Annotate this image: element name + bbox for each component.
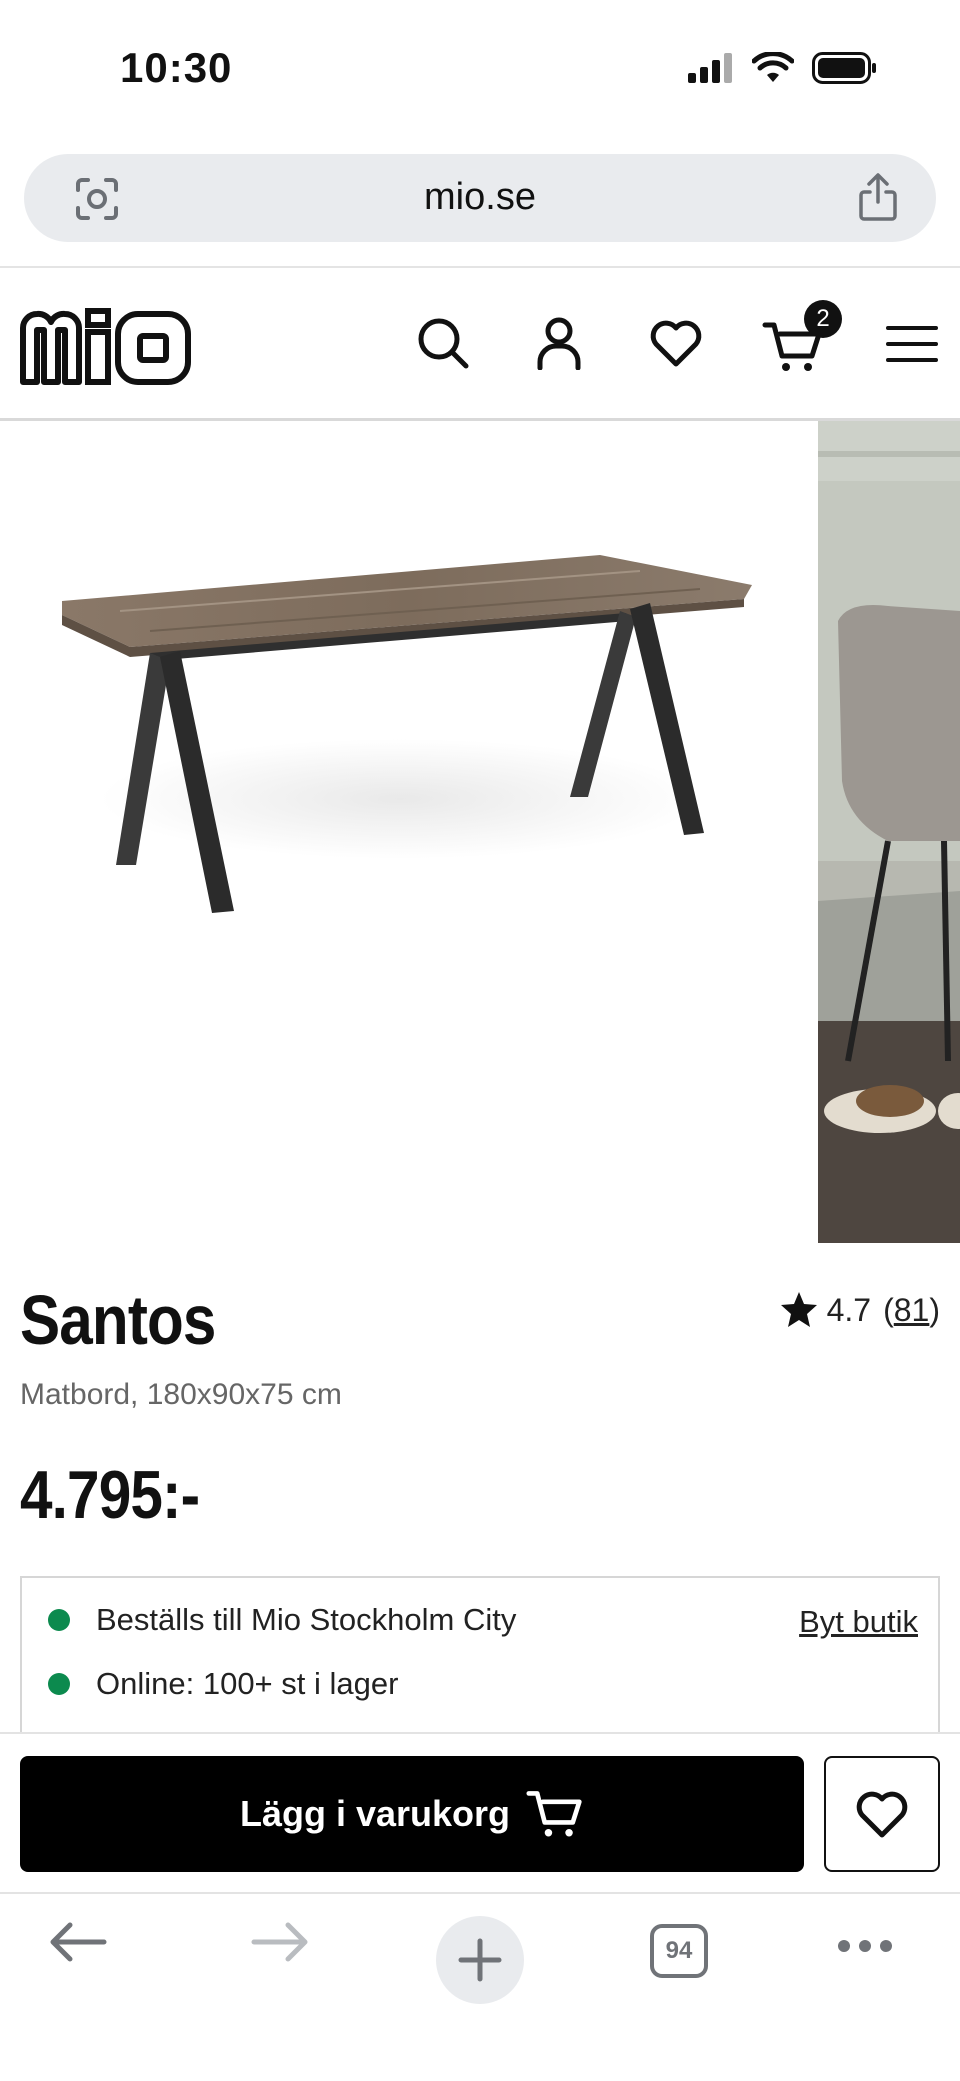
wishlist-button[interactable] [824,1756,940,1872]
heart-icon[interactable] [648,316,704,370]
product-price: 4.795:- [20,1457,200,1533]
product-subtitle: Matbord, 180x90x75 cm [20,1378,342,1411]
product-rating[interactable]: 4.7 (81) [779,1290,940,1330]
review-count-link[interactable]: 81 [894,1292,930,1329]
stock-status-box: Beställs till Mio Stockholm City Byt but… [20,1576,940,1736]
browser-toolbar: 94 [0,1892,960,2081]
table-image [62,555,752,913]
address-bar[interactable]: mio.se [24,154,936,242]
more-icon [838,1940,892,1952]
cart-count-badge: 2 [804,300,842,338]
tabs-button[interactable]: 94 [650,1924,708,1978]
store-stock-text: Beställs till Mio Stockholm City [96,1602,517,1637]
plus-icon [458,1938,502,1982]
product-image-next[interactable] [818,421,960,1243]
chair-scene-image [818,421,960,1243]
rating-open-paren: ( [883,1291,894,1328]
add-to-cart-label: Lägg i varukorg [239,1793,511,1834]
product-title: Santos [20,1281,216,1359]
share-icon[interactable] [856,172,900,222]
menu-icon[interactable] [886,324,938,364]
new-tab-button[interactable] [436,1916,524,2004]
status-bar: 10:30 [0,0,960,140]
rating-value: 4.7 [826,1291,872,1328]
status-time: 10:30 [120,44,233,91]
product-gallery[interactable] [0,421,960,1243]
back-arrow-icon [50,1922,107,1962]
store-stock-row: Beställs till Mio Stockholm City [48,1602,516,1638]
signal-icon [688,53,732,83]
search-icon[interactable] [416,316,470,370]
sticky-cta-bar: Lägg i varukorg [0,1732,960,1892]
stock-dot-icon [48,1609,70,1631]
more-button[interactable] [836,1938,894,1954]
cart-icon [526,1791,582,1837]
product-image-main[interactable] [0,421,818,1243]
back-button[interactable] [48,1920,108,1964]
online-stock-row: Online: 100+ st i lager [48,1666,398,1702]
account-icon[interactable] [532,316,586,370]
status-icons [688,52,878,84]
stock-dot-icon [48,1673,70,1695]
rating-close-paren: ) [929,1291,940,1328]
forward-button[interactable] [250,1920,310,1964]
online-stock-text: Online: 100+ st i lager [96,1666,399,1701]
forward-arrow-icon [251,1922,308,1962]
heart-icon [856,1791,908,1838]
change-store-link[interactable]: Byt butik [799,1604,918,1640]
add-to-cart-button[interactable]: Lägg i varukorg [20,1756,804,1872]
wifi-icon [752,52,794,82]
mio-logo[interactable]: mio [18,306,194,388]
site-header: mio [0,268,960,418]
star-icon [780,1292,817,1327]
tabs-count: 94 [650,1924,708,1978]
url-text[interactable]: mio.se [24,176,936,219]
battery-icon [812,52,876,84]
